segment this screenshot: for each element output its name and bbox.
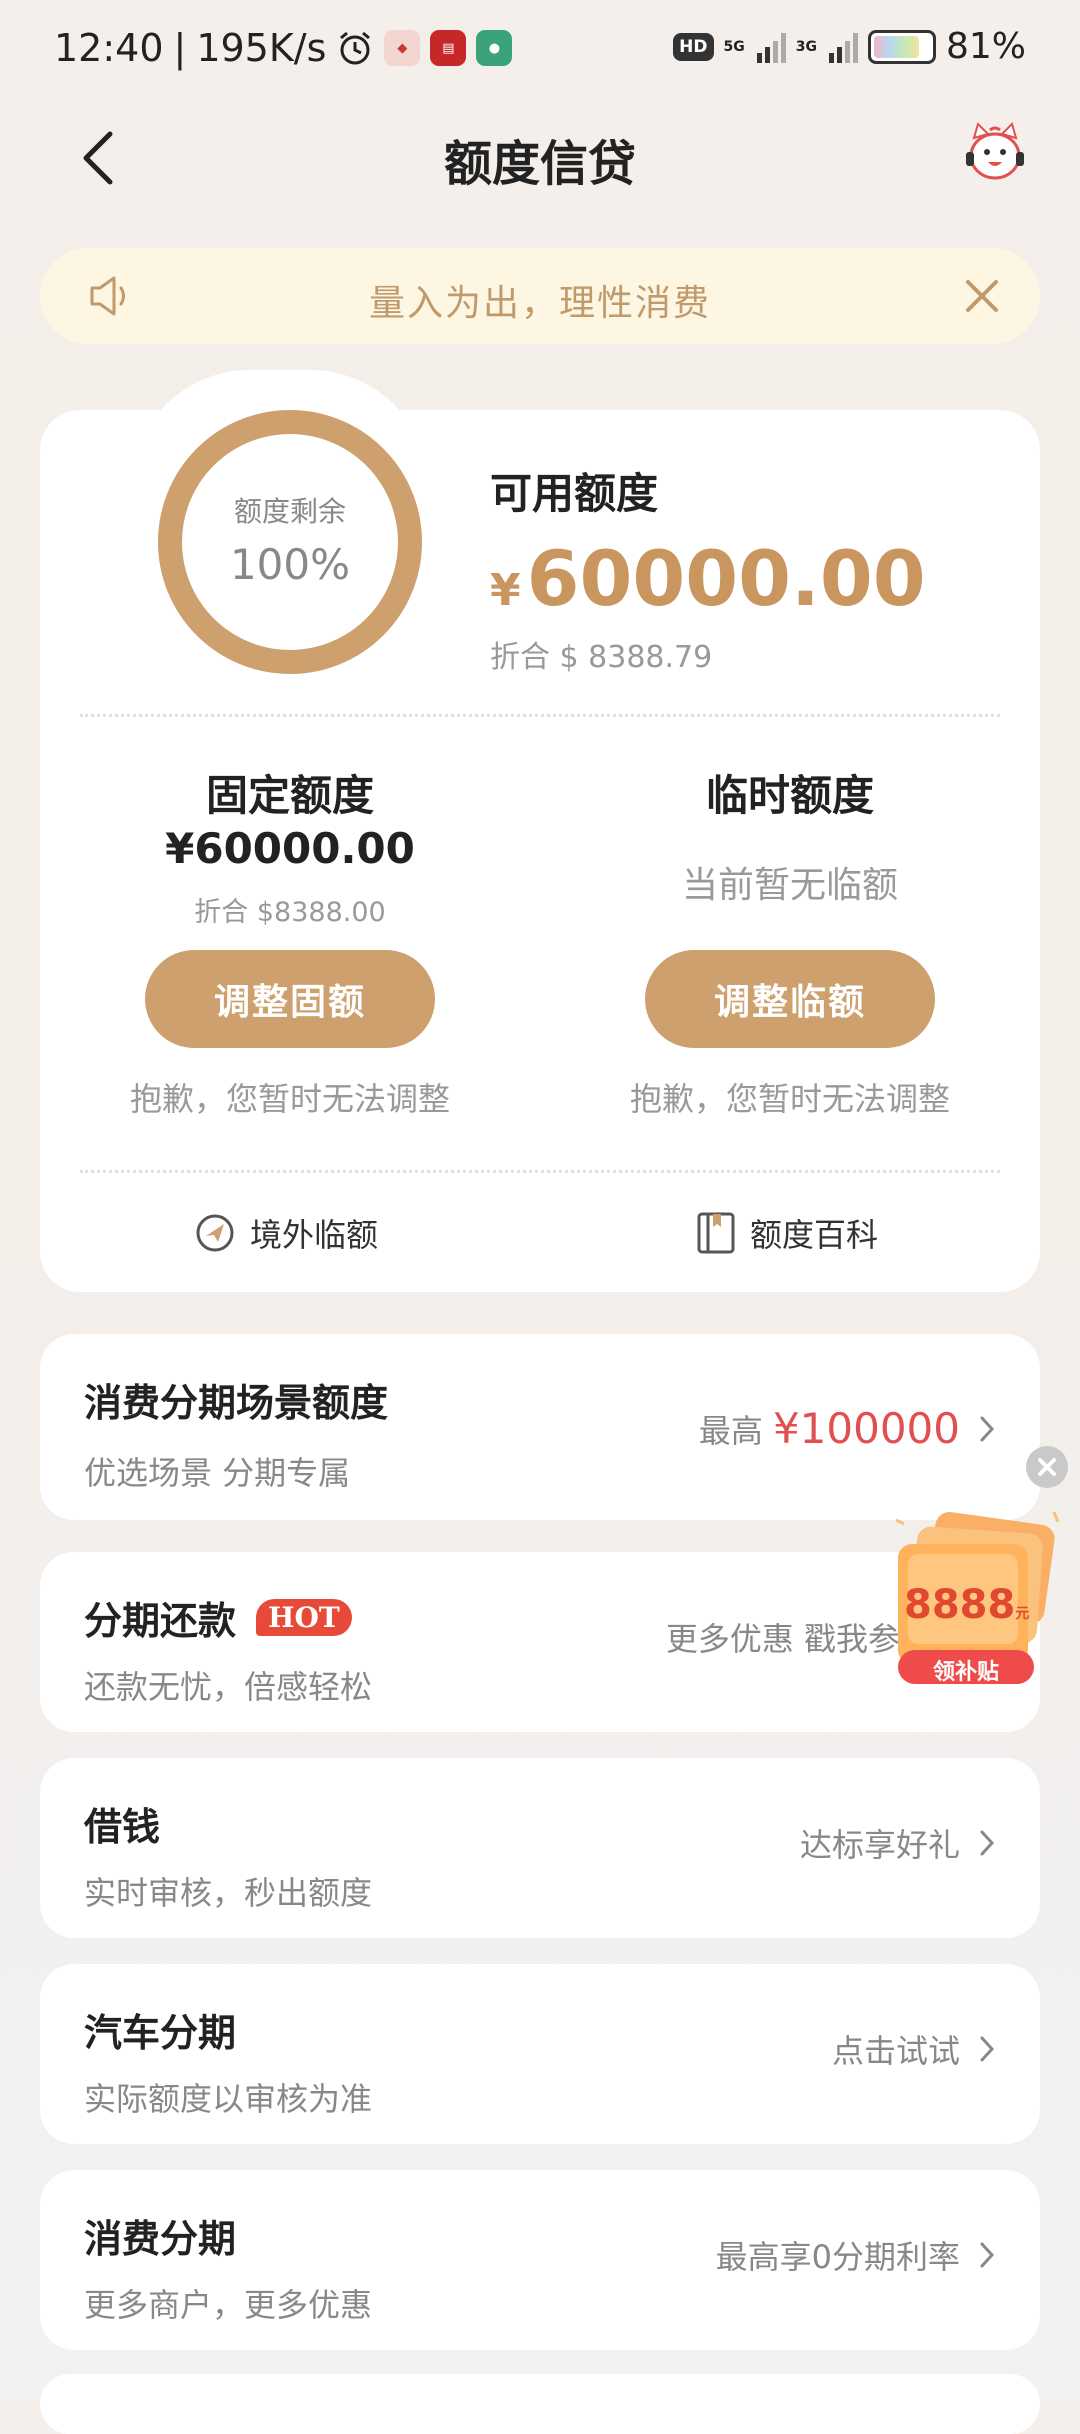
list-item[interactable]: 消费分期场景额度 优选场景 分期专属 最高 ¥100000 — [40, 1334, 1040, 1520]
battery-percent: 81% — [945, 26, 1026, 67]
list-item-right-text: 点击试试 — [831, 2032, 960, 2070]
close-icon — [1038, 1458, 1056, 1476]
status-speed: 195K/s — [196, 26, 327, 70]
list-item-subtitle: 实时审核，秒出额度 — [84, 1874, 373, 1912]
signal-icon-2 — [828, 31, 858, 63]
credit-limit-card: 额度剩余 100% 可用额度 ¥ 60000.00 折合 $ 8388.79 固… — [40, 410, 1040, 1292]
adjust-fixed-limit-button[interactable]: 调整固额 — [145, 950, 435, 1048]
list-item-title: 汽车分期 — [84, 2011, 237, 2055]
list-item-title: 借钱 — [84, 1805, 161, 1849]
promo-close-button[interactable] — [1026, 1446, 1068, 1488]
max-amount: ¥100000 — [772, 1404, 960, 1453]
list-item-right-text: 最高享0分期利率 — [715, 2238, 960, 2276]
status-time: 12:40 — [54, 26, 164, 70]
list-item-right: 最高 ¥100000 — [699, 1404, 996, 1453]
temp-limit-title: 临时额度 — [705, 771, 874, 820]
book-icon — [697, 1212, 735, 1254]
list-item-subtitle: 还款无忧，倍感轻松 — [84, 1668, 373, 1706]
chevron-right-icon — [980, 2036, 995, 2062]
list-item-partial[interactable] — [40, 2374, 1040, 2434]
hd-badge: HD — [673, 32, 714, 61]
network-3g-label: 3G — [795, 38, 817, 55]
temp-limit-status: 当前暂无临额 — [681, 865, 898, 906]
customer-service-mascot-icon[interactable] — [960, 118, 1030, 188]
fixed-limit-usd: 折合 $8388.00 — [194, 897, 386, 928]
hot-badge: HOT — [256, 1599, 352, 1636]
adjust-temp-limit-button[interactable]: 调整临额 — [645, 950, 935, 1048]
divider — [80, 714, 1000, 717]
plane-icon — [196, 1214, 234, 1252]
status-divider: | — [173, 26, 187, 70]
divider — [80, 1170, 1000, 1173]
available-amount-value: 60000.00 — [526, 534, 926, 623]
promo-amount-value: 8888 — [904, 1582, 1016, 1628]
close-icon[interactable] — [960, 274, 1004, 318]
security-app-notification-icon: ● — [476, 30, 513, 66]
available-limit-label: 可用额度 — [490, 469, 659, 518]
list-item-title: 消费分期 — [84, 2217, 237, 2261]
promo-amount: 8888 元 — [904, 1582, 1029, 1628]
list-item-subtitle: 更多商户，更多优惠 — [84, 2286, 373, 2324]
list-item-right: 点击试试 — [832, 2026, 996, 2072]
app-notification-icon: ◆ — [384, 30, 421, 66]
list-item[interactable]: 借钱 实时审核，秒出额度 达标享好礼 — [40, 1758, 1040, 1938]
ring-value: 100% — [229, 540, 351, 589]
battery-fill — [873, 35, 920, 58]
available-usd-equivalent: 折合 $ 8388.79 — [490, 640, 713, 675]
chevron-right-icon — [980, 1416, 995, 1441]
list-item-subtitle: 优选场景 分期专属 — [84, 1454, 351, 1492]
notice-banner: 量入为出，理性消费 — [40, 248, 1040, 344]
list-item[interactable]: 消费分期 更多商户，更多优惠 最高享0分期利率 — [40, 2170, 1040, 2350]
fixed-limit-title: 固定额度 — [205, 771, 374, 820]
list-item-right: 更多优惠 戳我参 — [666, 1614, 900, 1660]
notice-text: 量入为出，理性消费 — [368, 283, 711, 324]
network-5g-label: 5G — [723, 38, 745, 55]
status-bar-right: HD 5G 3G 81% — [673, 26, 1026, 67]
list-item-title-row: 分期还款 HOT — [84, 1590, 352, 1645]
max-label: 最高 — [698, 1411, 763, 1450]
currency-symbol: ¥ — [490, 565, 521, 616]
signal-icon — [756, 31, 786, 63]
battery-icon — [867, 29, 936, 64]
chevron-right-icon — [980, 2242, 995, 2268]
alarm-icon — [340, 31, 371, 65]
overseas-temp-limit-label: 境外临额 — [250, 1216, 379, 1254]
available-limit-amount: ¥ 60000.00 — [490, 534, 926, 623]
list-item-subtitle: 实际额度以审核为准 — [84, 2080, 373, 2118]
list-item[interactable]: 汽车分期 实际额度以审核为准 点击试试 — [40, 1964, 1040, 2144]
list-item-title: 分期还款 — [84, 1599, 237, 1643]
list-item-title: 消费分期场景额度 — [84, 1381, 389, 1425]
list-item-right: 达标享好礼 — [800, 1820, 996, 1866]
chevron-right-icon — [980, 1830, 995, 1856]
page-title: 额度信贷 — [443, 136, 636, 192]
credit-wiki-label: 额度百科 — [750, 1216, 879, 1254]
status-bar-left: 12:40 | 195K/s ◆ ▤ ● — [54, 26, 513, 70]
list-item-right: 最高享0分期利率 — [716, 2232, 996, 2278]
list-item-right-text: 更多优惠 戳我参 — [665, 1620, 900, 1658]
fixed-limit-note: 抱歉，您暂时无法调整 — [129, 1080, 450, 1118]
temp-limit-note: 抱歉，您暂时无法调整 — [629, 1080, 950, 1118]
news-app-notification-icon: ▤ — [430, 30, 467, 66]
list-item-right-text: 达标享好礼 — [799, 1826, 960, 1864]
ring-label: 额度剩余 — [233, 495, 346, 528]
credit-wiki-link[interactable]: 额度百科 — [696, 1210, 878, 1256]
overseas-temp-limit-link[interactable]: 境外临额 — [194, 1210, 378, 1256]
fixed-limit-amount: ¥60000.00 — [165, 824, 415, 873]
promo-label: 领补贴 — [932, 1660, 999, 1685]
promo-amount-unit: 元 — [1015, 1606, 1030, 1622]
subsidy-promo-widget[interactable]: 8888 元 领补贴 — [886, 1510, 1076, 1690]
